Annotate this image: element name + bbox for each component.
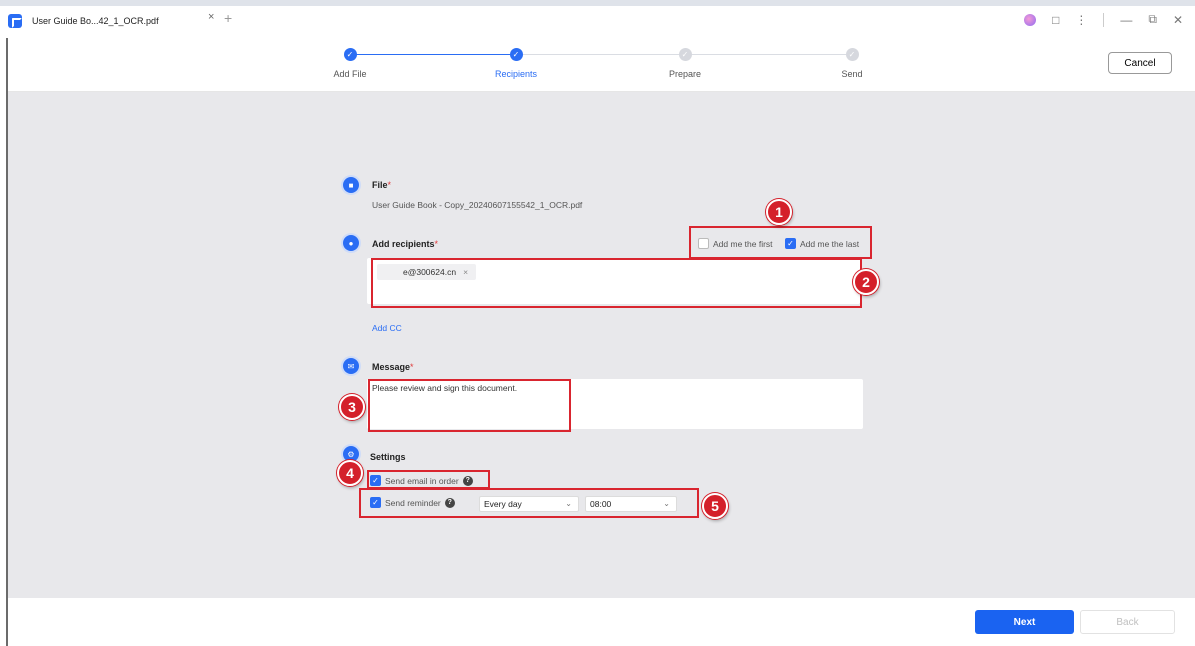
file-section-title: File* xyxy=(372,180,391,190)
window-edge xyxy=(0,38,8,646)
annotation-box xyxy=(368,379,571,432)
file-title-text: File xyxy=(372,180,388,190)
settings-section-title: Settings xyxy=(370,452,406,462)
annotation-box xyxy=(359,488,699,518)
annotation-badge: 1 xyxy=(766,199,792,225)
document-tab[interactable]: User Guide Bo...42_1_OCR.pdf × xyxy=(8,10,216,32)
restore-icon[interactable]: ⧉ xyxy=(1148,12,1157,27)
step-add-file: ✓ Add File xyxy=(305,48,395,79)
check-icon: ✓ xyxy=(509,48,523,61)
new-tab-icon[interactable]: + xyxy=(224,10,232,26)
file-name: User Guide Book - Copy_20240607155542_1_… xyxy=(372,200,583,210)
annotation-badge: 4 xyxy=(337,460,363,486)
message-section-title: Message* xyxy=(372,362,414,372)
chat-icon[interactable]: □ xyxy=(1052,13,1059,27)
steps-header: ✓ Add File ✓ Recipients ✓ Prepare ✓ Send… xyxy=(0,38,1195,92)
annotation-badge: 3 xyxy=(339,394,365,420)
main-content xyxy=(8,92,1195,598)
app-logo-icon xyxy=(8,14,22,28)
user-icon: ● xyxy=(343,235,359,251)
step-label: Prepare xyxy=(668,69,702,79)
step-recipients: ✓ Recipients xyxy=(471,48,561,79)
more-menu-icon[interactable]: ⋮ xyxy=(1075,13,1087,27)
title-bar: User Guide Bo...42_1_OCR.pdf × + □ ⋮ — ⧉… xyxy=(0,0,1195,38)
recipients-section-title: Add recipients* xyxy=(372,239,438,249)
required-marker: * xyxy=(434,239,439,249)
window-controls: □ ⋮ — ⧉ ✕ xyxy=(1024,12,1183,27)
step-label: Add File xyxy=(333,69,367,79)
check-icon: ✓ xyxy=(678,48,692,61)
cancel-button[interactable]: Cancel xyxy=(1108,52,1172,74)
folder-icon: ■ xyxy=(343,177,359,193)
minimize-icon[interactable]: — xyxy=(1120,13,1132,27)
required-marker: * xyxy=(387,180,392,190)
back-button[interactable]: Back xyxy=(1080,610,1175,634)
message-title-text: Message xyxy=(372,362,411,372)
step-send: ✓ Send xyxy=(807,48,897,79)
message-icon: ✉ xyxy=(343,358,359,374)
check-icon: ✓ xyxy=(845,48,859,61)
recipients-title-text: Add recipients xyxy=(372,239,435,249)
step-label: Send xyxy=(841,69,863,79)
annotation-badge: 5 xyxy=(702,493,728,519)
close-window-icon[interactable]: ✕ xyxy=(1173,13,1183,27)
avatar-icon[interactable] xyxy=(1024,13,1037,26)
annotation-badge: 2 xyxy=(853,269,879,295)
annotation-box xyxy=(371,258,862,308)
divider xyxy=(1103,12,1105,27)
step-prepare: ✓ Prepare xyxy=(640,48,730,79)
tab-title: User Guide Bo...42_1_OCR.pdf xyxy=(32,16,159,26)
annotation-box xyxy=(367,470,490,489)
required-marker: * xyxy=(410,362,414,372)
annotation-box xyxy=(689,226,872,259)
check-icon: ✓ xyxy=(343,48,357,61)
next-button[interactable]: Next xyxy=(975,610,1074,634)
close-tab-icon[interactable]: × xyxy=(208,11,214,23)
add-cc-link[interactable]: Add CC xyxy=(372,323,402,333)
step-label: Recipients xyxy=(494,69,538,79)
